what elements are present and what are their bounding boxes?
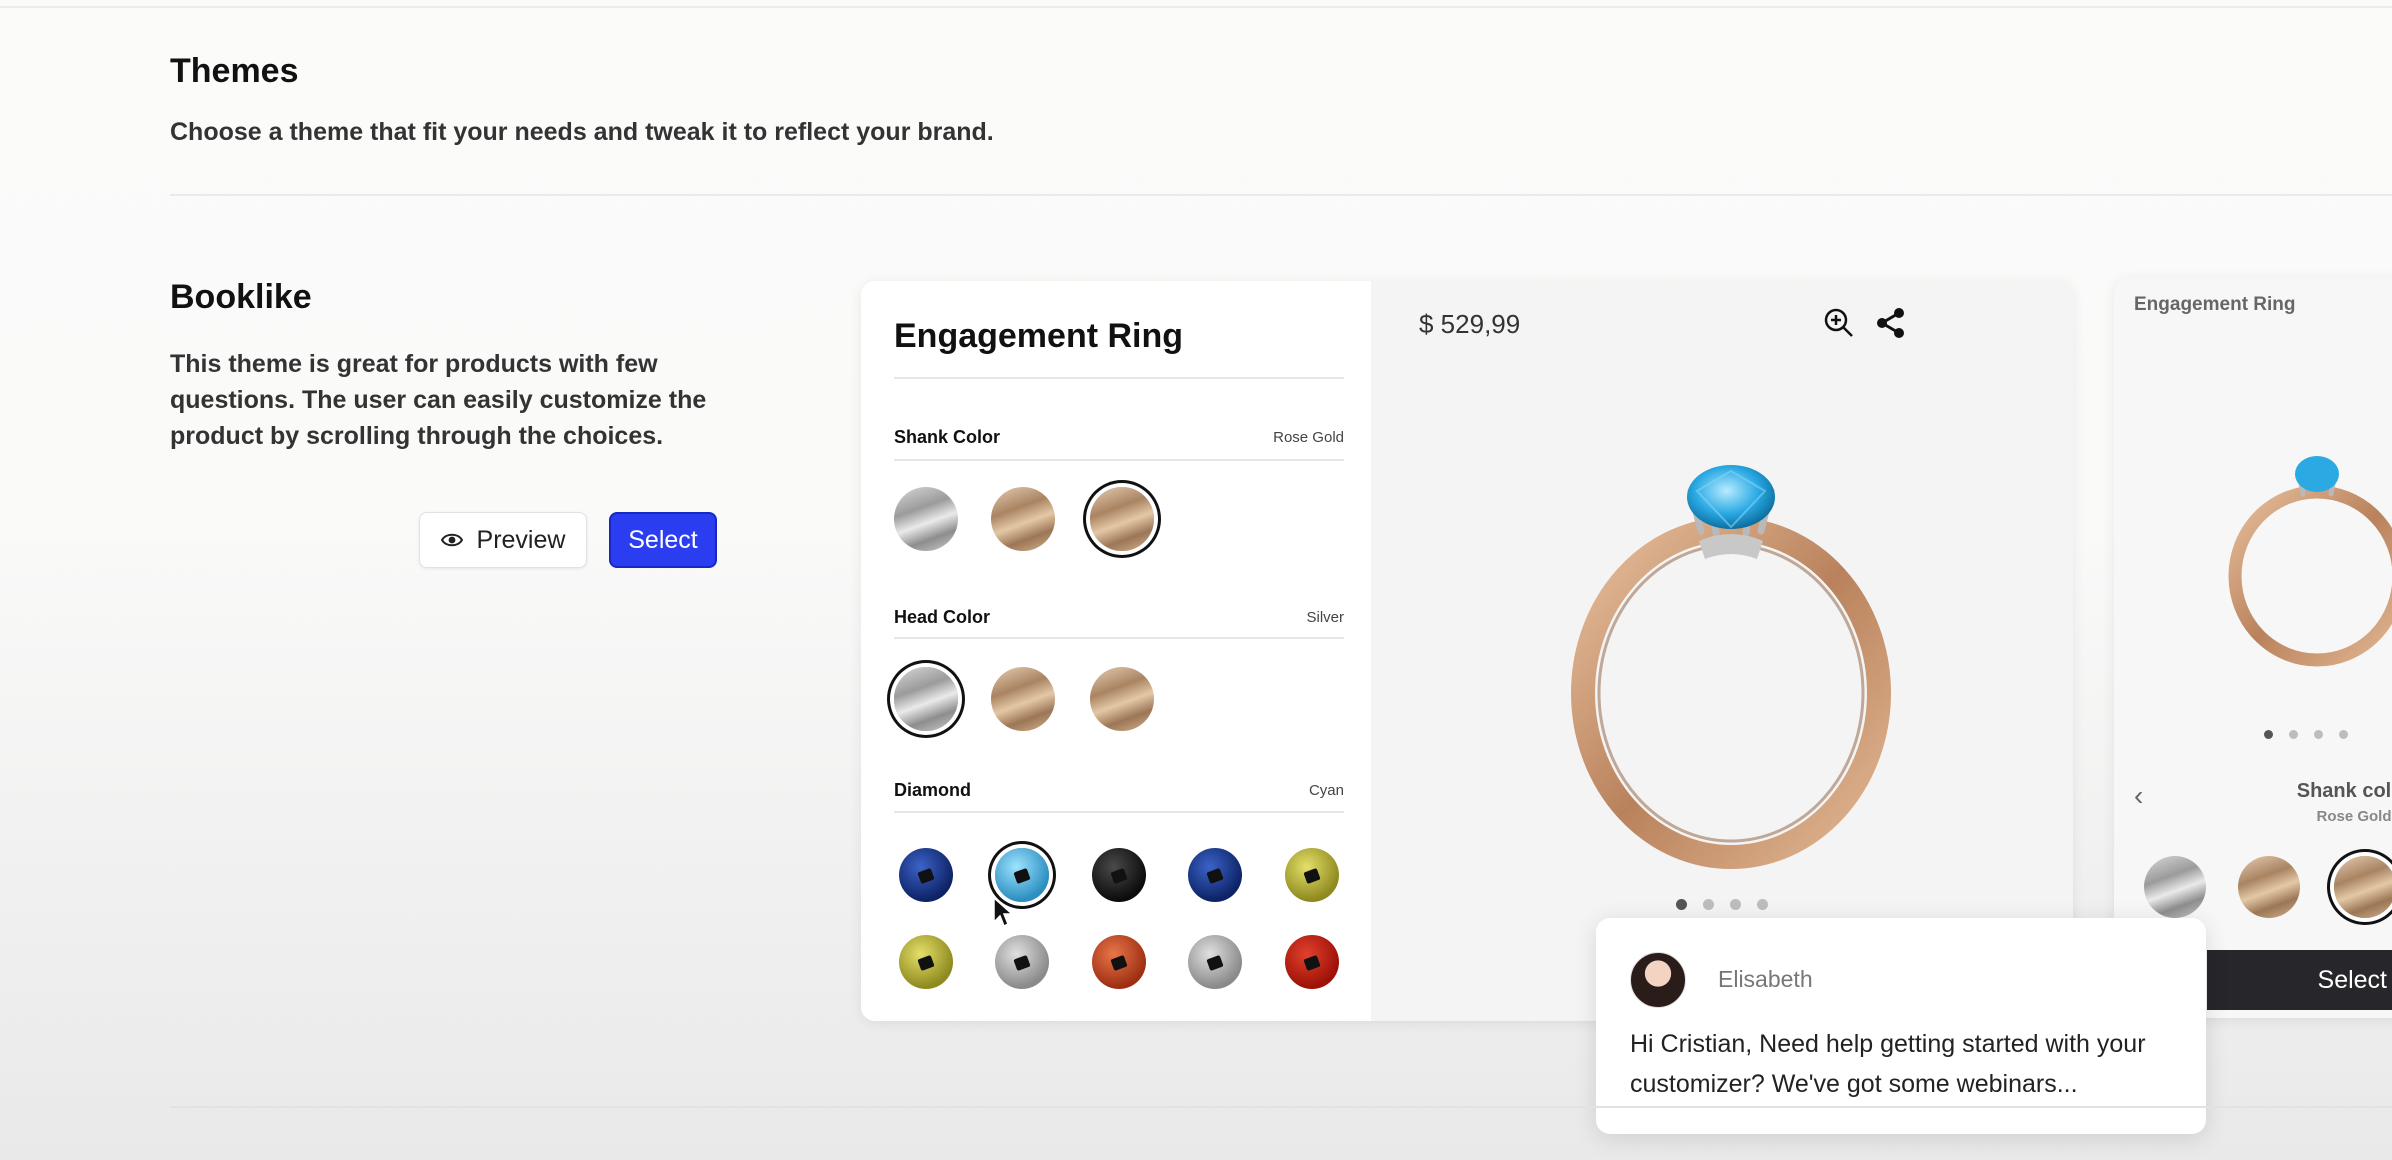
- swatch-shank-rose-gold[interactable]: [1090, 487, 1154, 551]
- gem-swatch-black[interactable]: [1092, 848, 1146, 902]
- option-label-head: Head Color: [894, 607, 991, 627]
- section-divider: [170, 1106, 2392, 1108]
- theme-preview-card: Engagement Ring Shank Color Rose Gold He…: [861, 281, 2073, 1021]
- option-label-diamond: Diamond: [894, 780, 972, 800]
- themes-heading: Themes: [170, 52, 299, 90]
- option-label-shank: Shank Color: [894, 427, 1001, 447]
- card2-swatch-silver[interactable]: [2144, 856, 2206, 918]
- option-divider: [894, 459, 1344, 461]
- theme-description: This theme is great for products with fe…: [170, 350, 707, 450]
- product-image-panel: $ 529,99: [1371, 281, 2073, 1021]
- next-theme-preview-card: Engagement Ring ‹ Shank color Rose Gold …: [2114, 278, 2392, 1018]
- gem-swatch-cyan[interactable]: [995, 848, 1049, 902]
- swatch-head-rose-gold[interactable]: [1090, 667, 1154, 731]
- option-value-diamond: Cyan: [1308, 782, 1344, 799]
- gem-swatch-sapphire[interactable]: [1188, 848, 1242, 902]
- carousel-dot[interactable]: [1676, 899, 1687, 910]
- card2-swatch-rose-gold[interactable]: [2334, 856, 2392, 918]
- chevron-left-icon[interactable]: ‹: [2134, 780, 2143, 812]
- themes-subtitle: Choose a theme that fit your needs and t…: [170, 118, 994, 146]
- option-divider: [894, 637, 1344, 639]
- carousel-dot[interactable]: [1757, 899, 1768, 910]
- carousel-dot[interactable]: [2264, 730, 2273, 739]
- swatch-head-silver[interactable]: [894, 667, 958, 731]
- gem-swatch-white[interactable]: [1188, 935, 1242, 989]
- gem-swatch-red[interactable]: [1285, 935, 1339, 989]
- carousel-dot[interactable]: [2339, 730, 2348, 739]
- product-price: $ 529,99: [1419, 309, 1521, 339]
- preview-label: Preview: [476, 525, 566, 554]
- top-divider: [0, 6, 2392, 8]
- title-divider: [894, 377, 1344, 379]
- chat-message-text: Hi Cristian, Need help getting started w…: [1630, 1030, 2146, 1098]
- carousel-dot[interactable]: [2289, 730, 2298, 739]
- image-carousel-dots: [1371, 899, 2073, 910]
- card2-option-value: Rose Gold: [2316, 808, 2392, 825]
- option-value-shank: Rose Gold: [1273, 429, 1344, 446]
- ring-image: [1561, 431, 1901, 871]
- product-title: Engagement Ring: [894, 317, 1184, 355]
- carousel-dot[interactable]: [1703, 899, 1714, 910]
- swatch-shank-silver[interactable]: [894, 487, 958, 551]
- eye-icon: [440, 526, 463, 555]
- select-theme-button[interactable]: Select: [609, 512, 717, 568]
- card2-swatch-gold[interactable]: [2238, 856, 2300, 918]
- option-divider: [894, 811, 1344, 813]
- gem-swatch-grey[interactable]: [995, 935, 1049, 989]
- swatch-head-yellow-gold[interactable]: [991, 667, 1055, 731]
- option-value-head: Silver: [1306, 609, 1344, 626]
- card2-option-label: Shank color: [2296, 780, 2392, 802]
- gem-swatch-peridot[interactable]: [899, 935, 953, 989]
- zoom-in-icon[interactable]: [1821, 305, 1857, 341]
- swatch-shank-yellow-gold[interactable]: [991, 487, 1055, 551]
- share-icon[interactable]: [1873, 305, 1909, 341]
- mouse-cursor-icon: [992, 896, 1016, 930]
- theme-title: Booklike: [170, 278, 312, 316]
- gem-swatch-orange[interactable]: [1092, 935, 1146, 989]
- carousel-dot[interactable]: [1730, 899, 1741, 910]
- section-divider: [170, 194, 2392, 196]
- chat-sender-name: Elisabeth: [1718, 966, 1813, 992]
- chat-message-popup[interactable]: Elisabeth Hi Cristian, Need help getting…: [1596, 918, 2206, 1134]
- gem-swatch-yellow[interactable]: [1285, 848, 1339, 902]
- card2-product-title: Engagement Ring: [2134, 294, 2296, 315]
- card2-ring-image: [2209, 438, 2392, 668]
- carousel-dot[interactable]: [2314, 730, 2323, 739]
- options-panel: Engagement Ring Shank Color Rose Gold He…: [861, 281, 1371, 1021]
- card2-select-button[interactable]: Select: [2207, 950, 2392, 1010]
- avatar: [1630, 952, 1686, 1008]
- card2-carousel-dots: [2264, 730, 2348, 739]
- preview-button[interactable]: Preview: [419, 512, 587, 568]
- gem-swatch-blue[interactable]: [899, 848, 953, 902]
